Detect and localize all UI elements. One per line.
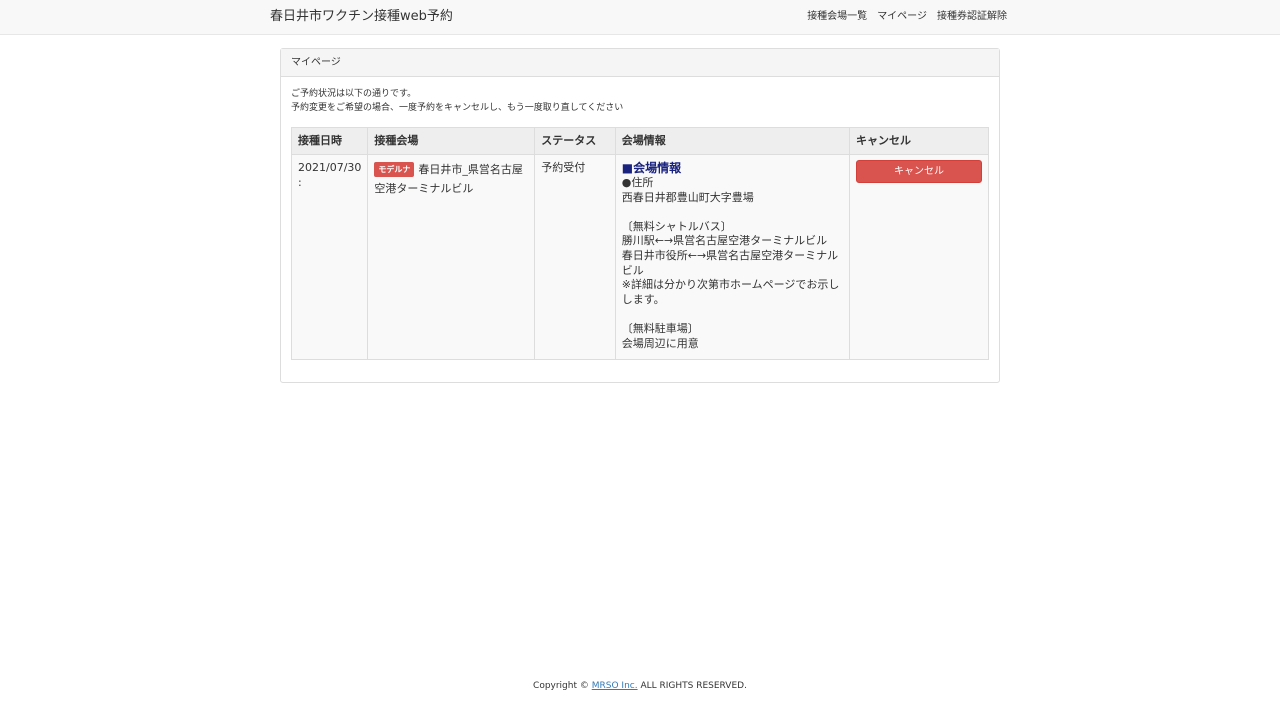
cell-status: 予約受付 [534,154,616,360]
cancel-button[interactable]: キャンセル [855,160,982,183]
status-text: 予約受付 [541,161,586,174]
header-venue-info: 会場情報 [614,127,850,155]
top-navbar: 春日井市ワクチン接種web予約 接種会場一覧 マイページ 接種券認証解除 [0,0,1280,35]
cell-date: 2021/07/30 : [290,154,369,360]
intro-line-1: ご予約状況は以下の通りです。 [291,89,417,99]
header-venue: 接種会場 [367,127,536,155]
reservation-date: 2021/07/30 [298,161,362,174]
reservation-time: : [298,176,302,189]
panel-heading: マイページ [281,49,999,77]
table-header-row: 接種日時 接種会場 ステータス 会場情報 キャンセル [290,127,990,155]
venue-info-body: ●住所 西春日井郡豊山町大字豊場 〔無料シャトルバス〕 勝川駅←→県営名古屋空港… [621,176,840,350]
company-link[interactable]: MRSO Inc. [592,681,638,691]
header-status: ステータス [534,127,616,155]
nav-links: 接種会場一覧 マイページ 接種券認証解除 [807,10,1007,24]
nav-link-venue-list[interactable]: 接種会場一覧 [807,10,867,24]
header-date: 接種日時 [290,127,369,155]
cell-venue-info: ■会場情報 ●住所 西春日井郡豊山町大字豊場 〔無料シャトルバス〕 勝川駅←→県… [614,154,850,360]
nav-link-ticket-unlink[interactable]: 接種券認証解除 [937,10,1007,24]
vaccine-badge: モデルナ [374,162,415,177]
nav-link-mypage[interactable]: マイページ [877,10,927,24]
cell-venue: モデルナ 春日井市_県営名古屋空港ターミナルビル [367,154,536,360]
cell-cancel: キャンセル [848,154,990,360]
table-row: 2021/07/30 : モデルナ 春日井市_県営名古屋空港ターミナルビル 予約受… [290,154,990,360]
reservation-table: 接種日時 接種会場 ステータス 会場情報 キャンセル 2021/07/30 : … [290,127,990,360]
intro-line-2: 予約変更をご希望の場合、一度予約をキャンセルし、もう一度取り直してください [291,103,624,113]
copyright-suffix: ALL RIGHTS RESERVED. [637,681,747,691]
mypage-panel: マイページ ご予約状況は以下の通りです。 予約変更をご希望の場合、一度予約をキャ… [280,48,1000,383]
footer: Copyright © MRSO Inc. ALL RIGHTS RESERVE… [0,679,1280,693]
site-title[interactable]: 春日井市ワクチン接種web予約 [270,8,453,26]
copyright-prefix: Copyright © [533,681,592,691]
venue-info-title: ■会場情報 [621,161,682,175]
header-cancel: キャンセル [848,127,990,155]
panel-body: ご予約状況は以下の通りです。 予約変更をご希望の場合、一度予約をキャンセルし、も… [281,77,999,125]
